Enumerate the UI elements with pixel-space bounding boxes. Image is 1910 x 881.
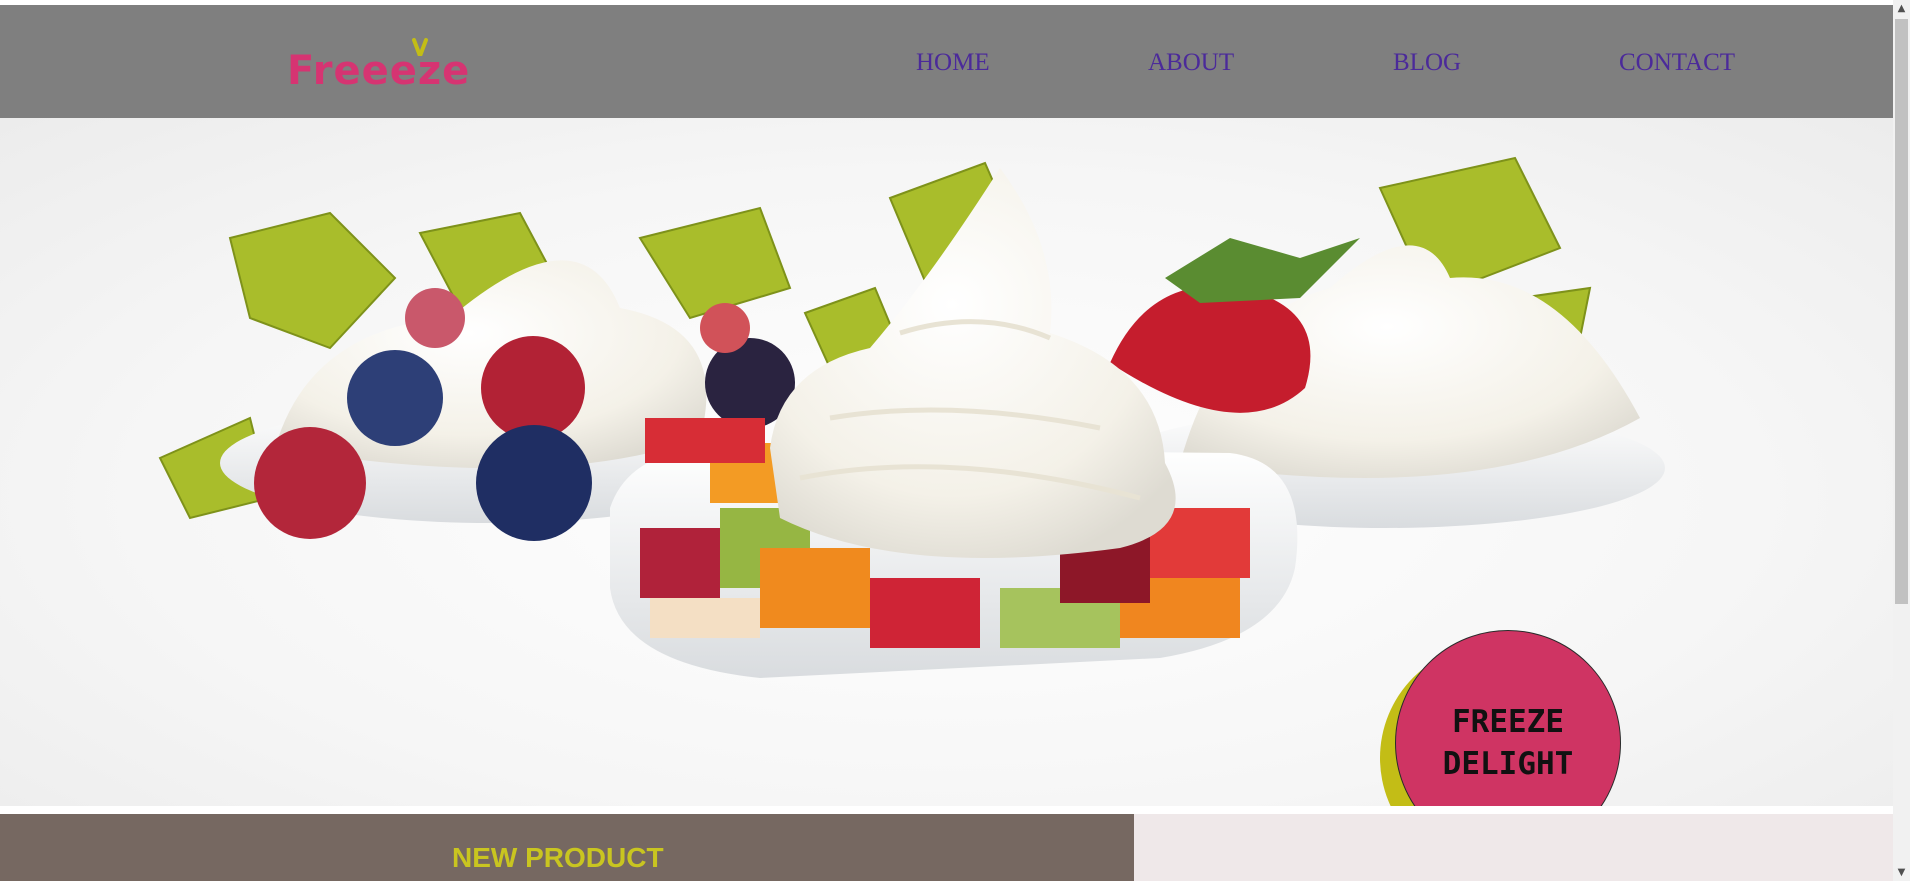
scrollbar-thumb[interactable] — [1895, 19, 1908, 604]
side-panel — [1134, 814, 1893, 881]
badge-circle: FREEZE DELIGHT — [1395, 630, 1621, 806]
nav-home-link[interactable]: HOME — [916, 49, 990, 77]
freeze-delight-badge: FREEZE DELIGHT — [1380, 630, 1625, 806]
new-product-section: NEW PRODUCT — [0, 814, 1134, 881]
nav-blog-link[interactable]: BLOG — [1393, 49, 1461, 77]
hero-banner: FREEZE DELIGHT — [0, 118, 1893, 806]
badge-text: FREEZE DELIGHT — [1442, 704, 1574, 782]
brand-logo-text: Freeeze — [287, 48, 471, 94]
chevron-up-icon[interactable]: ▲ — [1893, 0, 1910, 17]
page-scrollbar[interactable]: ▲ ▼ — [1893, 0, 1910, 881]
new-product-title: NEW PRODUCT — [452, 842, 664, 873]
sprout-icon — [412, 38, 428, 56]
brand-logo[interactable]: Freeeze — [287, 38, 471, 94]
nav-about-link[interactable]: ABOUT — [1148, 49, 1234, 77]
chevron-down-icon[interactable]: ▼ — [1893, 864, 1910, 881]
navbar: Freeeze HOME ABOUT BLOG CONTACT — [0, 5, 1893, 118]
nav-contact-link[interactable]: CONTACT — [1619, 49, 1735, 77]
